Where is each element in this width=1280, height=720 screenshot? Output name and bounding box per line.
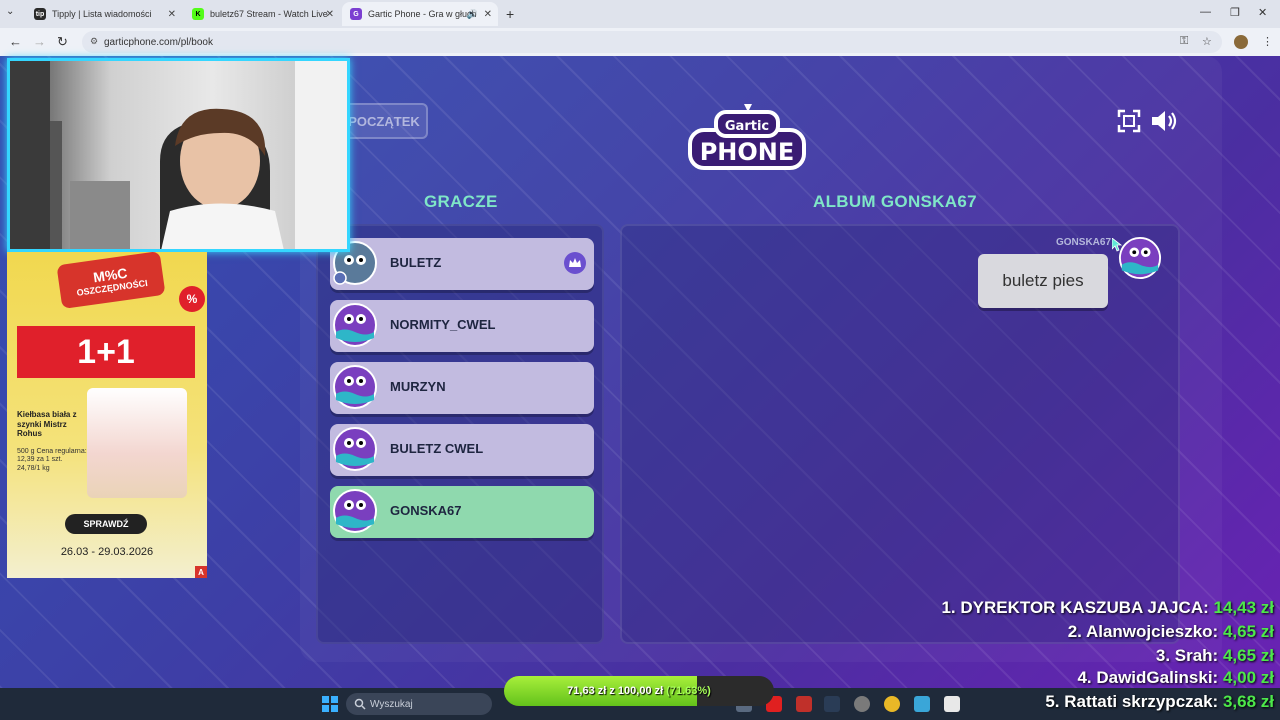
notepad-icon[interactable] bbox=[914, 696, 930, 712]
tab-title: Gartic Phone - Gra w głuch bbox=[368, 9, 477, 19]
windows-start-icon[interactable] bbox=[322, 696, 338, 712]
close-icon[interactable]: ✕ bbox=[168, 9, 176, 20]
donation-amount: 14,43 zł bbox=[1213, 598, 1275, 617]
search-icon bbox=[354, 698, 366, 710]
tipply-favicon-icon: tip bbox=[34, 8, 46, 20]
donation-amount: 4,65 zł bbox=[1222, 646, 1274, 665]
donor-name: 4. DawidGalinski: bbox=[1077, 668, 1219, 687]
gartic-phone-logo: Gartic PHONE bbox=[688, 104, 806, 170]
ad-title-badge: M%C OSZCZĘDNOŚCI bbox=[56, 252, 166, 310]
reload-icon[interactable]: ↻ bbox=[57, 34, 68, 50]
svg-text:PHONE: PHONE bbox=[700, 138, 795, 166]
donation-entry: 1. DYREKTOR KASZUBA JAJCA: 14,43 zł bbox=[941, 598, 1274, 618]
steam-icon[interactable] bbox=[824, 696, 840, 712]
donation-entry: 5. Rattati skrzypczak: 3,68 zł bbox=[1045, 692, 1274, 712]
tab-tipply[interactable]: tip Tipply | Lista wiadomości ✕ bbox=[26, 2, 182, 26]
minimize-icon[interactable]: — bbox=[1200, 6, 1211, 18]
svg-text:Gartic: Gartic bbox=[725, 119, 769, 134]
mouse-cursor-icon bbox=[1112, 238, 1122, 252]
player-name: BULETZ bbox=[390, 255, 442, 270]
taskbar-search-input[interactable]: Wyszukaj bbox=[346, 693, 492, 715]
player-avatar-icon bbox=[333, 303, 377, 347]
close-icon[interactable]: ✕ bbox=[326, 9, 334, 20]
acrobat-icon[interactable] bbox=[796, 696, 812, 712]
players-title: GRACZE bbox=[424, 192, 498, 211]
player-avatar-icon bbox=[333, 365, 377, 409]
new-tab-icon[interactable]: + bbox=[506, 6, 514, 22]
donor-name: 3. Srah: bbox=[1155, 646, 1219, 665]
start-back-button[interactable]: POCZĄTEK bbox=[340, 103, 428, 139]
ad-product-image bbox=[87, 388, 187, 498]
back-arrow-icon[interactable]: ← bbox=[9, 34, 22, 49]
album-author-avatar-icon bbox=[1118, 236, 1162, 280]
player-avatar-icon bbox=[333, 427, 377, 471]
gartic-favicon-icon: G bbox=[350, 8, 362, 20]
player-name: NORMITY_CWEL bbox=[390, 317, 496, 332]
browser-toolbar: ← → ↻ garticphone.com/pl/book ⚙ ⚿ ☆ ⋮ bbox=[0, 28, 1280, 56]
ad-check-button[interactable]: SPRAWDŹ bbox=[65, 514, 147, 534]
donation-amount: 4,65 zł bbox=[1222, 622, 1274, 641]
browser-tab-bar: ⌄ tip Tipply | Lista wiadomości ✕ K bule… bbox=[0, 0, 1280, 28]
tab-search-icon[interactable]: ⌄ bbox=[6, 6, 14, 17]
album-title: ALBUM GONSKA67 bbox=[813, 192, 977, 211]
password-key-icon[interactable]: ⚿ bbox=[1180, 35, 1188, 48]
player-card[interactable]: MURZYN bbox=[330, 362, 594, 414]
donation-goal-bar: 71,63 zł z 100,00 zł (71.63%) bbox=[504, 676, 774, 706]
donation-entry: 2. Alanwojcieszko: 4,65 zł bbox=[1068, 622, 1274, 642]
donation-goal-text: 71,63 zł z 100,00 zł (71.63%) bbox=[504, 676, 774, 706]
url-text: garticphone.com/pl/book bbox=[104, 36, 213, 48]
donor-name: 5. Rattati skrzypczak: bbox=[1045, 692, 1219, 711]
donor-name: 1. DYREKTOR KASZUBA JAJCA: bbox=[941, 598, 1209, 617]
close-icon[interactable]: ✕ bbox=[484, 9, 492, 20]
ad-dates: 26.03 - 29.03.2026 bbox=[60, 546, 154, 558]
kick-favicon-icon: K bbox=[192, 8, 204, 20]
webcam-overlay bbox=[7, 58, 350, 252]
fullscreen-icon[interactable] bbox=[1117, 109, 1141, 133]
donation-amount: 3,68 zł bbox=[1222, 692, 1274, 711]
player-card[interactable]: NORMITY_CWEL bbox=[330, 300, 594, 352]
player-card[interactable]: BULETZ bbox=[330, 238, 594, 290]
players-panel: BULETZ NORMITY_CWEL MURZYN BULETZ CWEL G… bbox=[316, 224, 604, 644]
ad-banner[interactable]: M%C OSZCZĘDNOŚCI % 1+1 Kiełbasa biała z … bbox=[7, 252, 207, 578]
player-name: BULETZ CWEL bbox=[390, 441, 484, 456]
chrome-icon[interactable] bbox=[884, 696, 900, 712]
ad-brand-icon: A bbox=[195, 566, 207, 578]
tab-title: Tipply | Lista wiadomości bbox=[52, 9, 152, 19]
donation-entry: 3. Srah: 4,65 zł bbox=[1156, 646, 1274, 666]
speaker-icon[interactable]: 🔊 bbox=[467, 9, 478, 20]
menu-dots-icon[interactable]: ⋮ bbox=[1262, 35, 1273, 48]
tab-gartic-phone[interactable]: G Gartic Phone - Gra w głuch 🔊 ✕ bbox=[342, 2, 498, 26]
player-name: GONSKA67 bbox=[390, 503, 462, 518]
tab-kick-stream[interactable]: K buletz67 Stream - Watch Live o ✕ bbox=[184, 2, 340, 26]
host-crown-icon bbox=[564, 252, 586, 274]
goal-percent: (71.63%) bbox=[666, 685, 711, 697]
ad-product-name: Kiełbasa biała z szynki Mistrz Rohus bbox=[17, 410, 77, 439]
forward-arrow-icon[interactable]: → bbox=[33, 34, 46, 49]
player-card[interactable]: BULETZ CWEL bbox=[330, 424, 594, 476]
player-card-current[interactable]: GONSKA67 bbox=[330, 486, 594, 538]
percent-badge-icon: % bbox=[179, 286, 205, 312]
capcut-icon[interactable] bbox=[944, 696, 960, 712]
donation-entry: 4. DawidGalinski: 4,00 zł bbox=[1077, 668, 1274, 688]
site-settings-icon[interactable]: ⚙ bbox=[90, 36, 98, 47]
window-close-icon[interactable]: ✕ bbox=[1258, 6, 1267, 19]
restore-icon[interactable]: ❐ bbox=[1230, 6, 1240, 19]
donation-amount: 4,00 zł bbox=[1222, 668, 1274, 687]
ad-product-details: 500 g Cena regularna: 12,39 za 1 szt. 24… bbox=[17, 448, 87, 472]
player-name: MURZYN bbox=[390, 379, 446, 394]
webcam-image bbox=[10, 61, 347, 249]
ad-promo: 1+1 bbox=[17, 326, 195, 378]
tab-title: buletz67 Stream - Watch Live o bbox=[210, 9, 330, 19]
album-entry-author: GONSKA67 bbox=[1056, 237, 1112, 248]
obs-icon[interactable] bbox=[854, 696, 870, 712]
player-avatar-icon bbox=[333, 489, 377, 533]
album-entry-bubble: buletz pies bbox=[978, 254, 1108, 308]
donor-name: 2. Alanwojcieszko: bbox=[1067, 622, 1219, 641]
profile-avatar[interactable] bbox=[1234, 35, 1248, 49]
volume-icon[interactable] bbox=[1150, 108, 1180, 134]
bookmark-star-icon[interactable]: ☆ bbox=[1202, 35, 1212, 48]
address-bar[interactable]: garticphone.com/pl/book bbox=[82, 31, 1222, 53]
goal-amount: 71,63 zł z 100,00 zł bbox=[567, 685, 664, 697]
